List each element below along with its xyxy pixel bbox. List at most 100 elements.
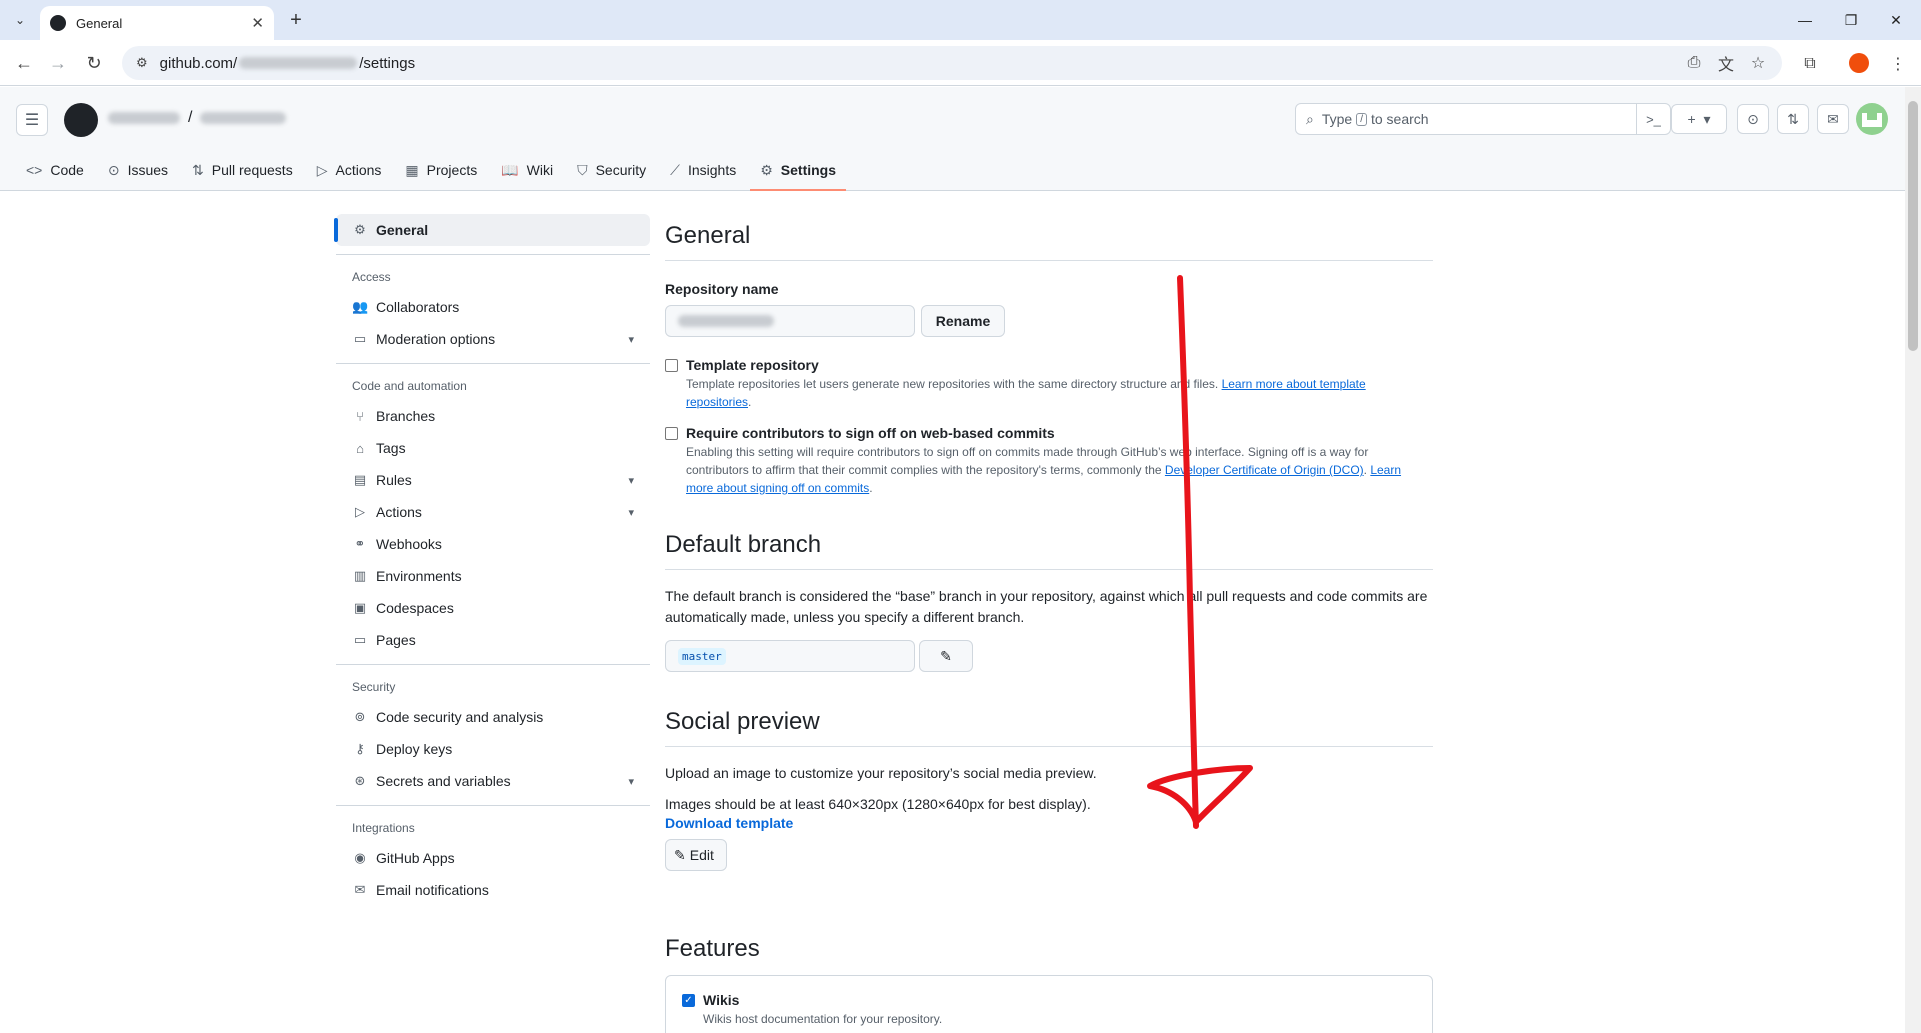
tab-label: Code: [50, 162, 84, 178]
tab-settings[interactable]: ⚙ Settings: [750, 153, 846, 191]
restore-icon[interactable]: ❐: [1834, 8, 1868, 32]
social-preview-size-note: Images should be at least 640×320px (128…: [665, 796, 1091, 812]
hamburger-menu-icon[interactable]: ☰: [16, 104, 48, 136]
sidebar-item-label: Collaborators: [376, 299, 460, 315]
template-repo-desc: Template repositories let users generate…: [685, 377, 1219, 391]
chevron-down-icon: ▾: [628, 506, 634, 519]
command-palette-icon[interactable]: >_: [1636, 104, 1670, 134]
browser-tab[interactable]: General ✕: [40, 6, 274, 40]
sidebar-item-general[interactable]: ⚙ General: [334, 214, 650, 246]
sidebar-item-codespaces[interactable]: ▣ Codespaces: [336, 592, 650, 624]
install-app-icon[interactable]: ⎙: [1682, 51, 1706, 75]
signoff-checkbox[interactable]: [665, 427, 678, 440]
browser-menu-icon[interactable]: ⋮: [1886, 52, 1910, 76]
tab-actions[interactable]: ▷ Actions: [307, 153, 392, 187]
site-info-icon[interactable]: ⚙: [136, 55, 148, 71]
sidebar-item-actions[interactable]: ▷ Actions ▾: [336, 496, 650, 528]
search-icon: ⌕: [1306, 110, 1314, 127]
tab-insights[interactable]: ⟋ Insights: [660, 153, 746, 187]
social-preview-desc: Upload an image to customize your reposi…: [665, 765, 1097, 781]
key-icon: ⚷: [355, 741, 365, 756]
tab-projects[interactable]: ▦ Projects: [395, 153, 487, 187]
search-input[interactable]: ⌕ Type / to search >_: [1295, 103, 1671, 135]
repo-name-input[interactable]: [665, 305, 915, 337]
forward-icon[interactable]: →: [44, 49, 72, 77]
features-title: Features: [665, 935, 760, 962]
sidebar-item-github-apps[interactable]: ◉ GitHub Apps: [336, 842, 650, 874]
code-icon: <>: [26, 162, 43, 178]
codespaces-icon: ▣: [353, 600, 367, 615]
pull-request-icon: ⇅: [192, 161, 204, 178]
sidebar-item-label: Code security and analysis: [376, 709, 544, 725]
owner-link[interactable]: [108, 112, 180, 124]
sidebar-item-collaborators[interactable]: 👥 Collaborators: [336, 291, 650, 323]
tab-label: Pull requests: [211, 162, 293, 178]
url-prefix: github.com/: [159, 54, 238, 72]
new-tab-icon[interactable]: +: [284, 8, 308, 32]
tab-pull-requests[interactable]: ⇅ Pull requests: [182, 153, 303, 187]
sidebar-item-webhooks[interactable]: ⚭ Webhooks: [336, 528, 650, 560]
sidebar-item-label: Moderation options: [376, 331, 496, 347]
scrollbar-thumb[interactable]: [1908, 101, 1918, 351]
wikis-checkbox[interactable]: ✓: [682, 994, 695, 1007]
sidebar-item-email-notifications[interactable]: ✉ Email notifications: [336, 874, 650, 906]
tab-security[interactable]: ⛉ Security: [567, 153, 656, 187]
rename-button[interactable]: Rename: [921, 305, 1005, 337]
template-repo-checkbox[interactable]: [665, 359, 678, 372]
dco-link[interactable]: Developer Certificate of Origin (DCO): [1165, 463, 1364, 477]
signoff-option: Require contributors to sign off on web-…: [665, 425, 1433, 497]
user-avatar[interactable]: [1856, 103, 1888, 135]
tab-wiki[interactable]: 📖 Wiki: [491, 153, 563, 187]
tab-close-icon[interactable]: ✕: [251, 14, 264, 32]
default-branch-title: Default branch: [665, 531, 1433, 570]
breadcrumb: /: [108, 109, 287, 127]
sidebar-item-label: Deploy keys: [376, 741, 453, 757]
gear-icon: ⚙: [760, 161, 773, 178]
close-window-icon[interactable]: ✕: [1879, 8, 1913, 32]
tab-search-chevron-icon[interactable]: ⌄: [8, 8, 32, 32]
url-suffix: /settings: [359, 54, 416, 72]
sidebar-item-label: GitHub Apps: [376, 850, 455, 866]
reload-icon[interactable]: ↻: [80, 49, 108, 77]
repo-link[interactable]: [200, 112, 287, 124]
profile-icon[interactable]: [1849, 53, 1869, 73]
issues-icon[interactable]: ⊙: [1737, 104, 1769, 134]
tab-label: Insights: [687, 162, 737, 178]
inbox-icon[interactable]: ✉: [1817, 104, 1849, 134]
sidebar-item-rules[interactable]: ▤ Rules ▾: [336, 464, 650, 496]
address-bar[interactable]: ⚙ github.com/ /settings ⎙ 文 ☆: [122, 46, 1782, 80]
tab-label: Wiki: [526, 162, 554, 178]
pull-requests-icon[interactable]: ⇅: [1777, 104, 1809, 134]
create-new-button[interactable]: + ▾: [1671, 104, 1727, 134]
page-scrollbar[interactable]: [1905, 87, 1921, 1033]
extensions-icon[interactable]: ⧉: [1798, 52, 1822, 76]
sidebar-item-secrets[interactable]: ⊛ Secrets and variables ▾: [336, 765, 650, 797]
minimize-icon[interactable]: —: [1788, 8, 1822, 32]
search-shortcut-key: /: [1356, 112, 1367, 126]
sidebar-item-environments[interactable]: ▥ Environments: [336, 560, 650, 592]
back-icon[interactable]: ←: [10, 49, 38, 77]
sidebar-item-moderation[interactable]: ▭ Moderation options ▾: [336, 323, 650, 355]
bookmark-star-icon[interactable]: ☆: [1746, 51, 1770, 75]
table-icon: ▦: [405, 161, 419, 178]
webhook-icon: ⚭: [354, 536, 366, 551]
github-header: ☰ / ⌕ Type / to search >_ + ▾ ⊙ ⇅ ✉ <> Co…: [0, 87, 1905, 191]
sidebar-item-branches[interactable]: ⑂ Branches: [336, 400, 650, 432]
sidebar-item-code-security[interactable]: ⊚ Code security and analysis: [336, 701, 650, 733]
asterisk-icon: ⊛: [354, 773, 366, 788]
translate-icon[interactable]: 文: [1714, 51, 1738, 75]
tab-code[interactable]: <> Code: [16, 153, 94, 187]
sidebar-item-tags[interactable]: ⌂ Tags: [336, 432, 650, 464]
github-logo-icon[interactable]: [64, 103, 98, 137]
edit-social-preview-button[interactable]: ✎ Edit: [665, 839, 727, 871]
edit-default-branch-button[interactable]: ✎: [919, 640, 973, 672]
download-template-link[interactable]: Download template: [665, 815, 1433, 831]
breadcrumb-separator: /: [188, 109, 193, 126]
tab-issues[interactable]: ⊙ Issues: [98, 153, 178, 187]
edit-label: Edit: [689, 847, 714, 863]
sidebar-item-deploy-keys[interactable]: ⚷ Deploy keys: [336, 733, 650, 765]
default-branch-value: master: [678, 647, 726, 665]
pencil-icon: ✎: [940, 647, 952, 664]
sidebar-item-pages[interactable]: ▭ Pages: [336, 624, 650, 656]
features-box: ✓ Wikis Wikis host documentation for you…: [665, 975, 1433, 1033]
